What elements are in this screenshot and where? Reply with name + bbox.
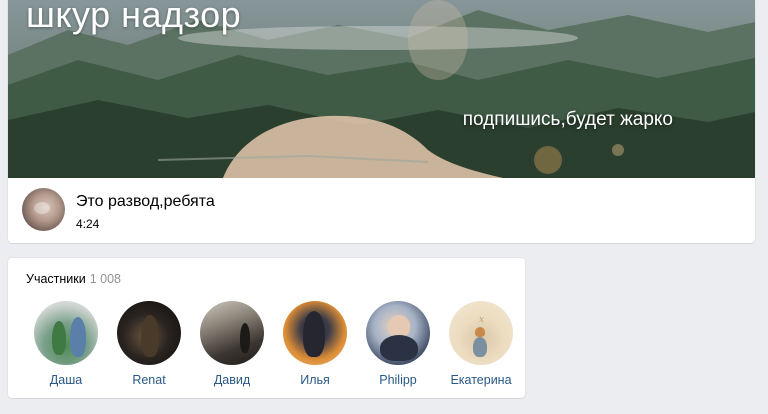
member-avatar[interactable] [283, 301, 347, 365]
member-item[interactable]: Даша [26, 301, 106, 387]
member-avatar[interactable] [117, 301, 181, 365]
member-name[interactable]: Даша [26, 373, 106, 387]
member-item[interactable]: Давид [192, 301, 272, 387]
member-name[interactable]: Renat [109, 373, 189, 387]
member-avatar[interactable] [366, 301, 430, 365]
members-header[interactable]: Участники 1 008 [26, 272, 121, 286]
member-name[interactable]: Илья [275, 373, 355, 387]
group-status-time: 4:24 [76, 217, 100, 231]
members-count: 1 008 [89, 272, 121, 286]
group-header-card: шкур надзор подпишись,будет жарко Это ра… [8, 0, 755, 243]
page: шкур надзор подпишись,будет жарко Это ра… [0, 0, 768, 414]
group-avatar[interactable] [22, 188, 65, 231]
member-name[interactable]: Давид [192, 373, 272, 387]
members-card: Участники 1 008 Даша Renat Давид Илья Ph… [8, 258, 525, 398]
member-item[interactable]: Philipp [358, 301, 438, 387]
member-name[interactable]: Philipp [358, 373, 438, 387]
member-item[interactable]: Илья [275, 301, 355, 387]
group-title: шкур надзор [26, 0, 242, 35]
member-item[interactable]: Екатерина [441, 301, 521, 387]
member-avatar[interactable] [200, 301, 264, 365]
group-cover-image[interactable]: шкур надзор подпишись,будет жарко [8, 0, 755, 178]
group-tagline: подпишись,будет жарко [462, 109, 673, 130]
group-status-row: Это развод,ребята 4:24 [8, 178, 755, 243]
member-avatar[interactable] [449, 301, 513, 365]
member-item[interactable]: Renat [109, 301, 189, 387]
member-avatar[interactable] [34, 301, 98, 365]
members-label: Участники [26, 272, 86, 286]
group-status-text: Это развод,ребята [76, 193, 215, 210]
member-name[interactable]: Екатерина [441, 373, 521, 387]
